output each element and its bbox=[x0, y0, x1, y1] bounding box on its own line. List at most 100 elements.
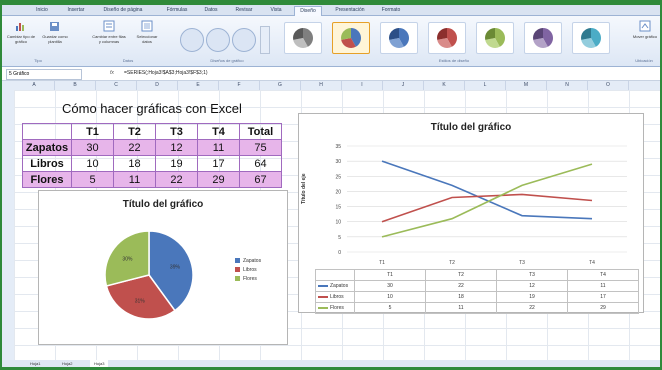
column-header[interactable]: B bbox=[55, 81, 96, 90]
chart-table-series: Flores bbox=[315, 302, 355, 314]
style-gallery[interactable] bbox=[284, 16, 624, 58]
chart-style-7[interactable] bbox=[572, 22, 610, 54]
data-cell[interactable]: 22 bbox=[155, 171, 198, 188]
data-cell[interactable]: 22 bbox=[113, 139, 156, 156]
data-cell[interactable]: 10 bbox=[71, 155, 114, 172]
column-header[interactable]: N bbox=[547, 81, 588, 90]
sheet-tab-hoja1[interactable]: Hoja1 bbox=[26, 360, 44, 367]
legend-item: Flores bbox=[235, 275, 261, 284]
tab-4[interactable]: Datos bbox=[200, 6, 222, 15]
group-layouts-label: Diseños de gráfico bbox=[210, 58, 244, 63]
column-header[interactable]: H bbox=[301, 81, 342, 90]
pie-data-label: 30% bbox=[122, 256, 133, 262]
column-header[interactable]: L bbox=[465, 81, 506, 90]
layout-option-1[interactable] bbox=[180, 28, 204, 52]
formula-input[interactable]: =SERIES(;Hoja3!$A$3;Hoja3!$F$3;1) bbox=[124, 69, 208, 78]
data-cell[interactable]: 67 bbox=[239, 171, 282, 188]
sheet-tab-hoja2[interactable]: Hoja2 bbox=[58, 360, 76, 367]
x-tick-label: T4 bbox=[589, 260, 595, 266]
layout-option-2[interactable] bbox=[206, 28, 230, 52]
chart-table-value: 29 bbox=[567, 302, 639, 314]
chart-style-3[interactable] bbox=[380, 22, 418, 54]
data-cell[interactable]: 30 bbox=[71, 139, 114, 156]
data-cell[interactable]: 11 bbox=[113, 171, 156, 188]
row-label[interactable]: Zapatos bbox=[22, 139, 72, 156]
chart-table-corner bbox=[315, 269, 355, 281]
data-cell[interactable]: 64 bbox=[239, 155, 282, 172]
series-key bbox=[318, 284, 328, 287]
column-header[interactable]: F bbox=[219, 81, 260, 90]
header-cell[interactable]: Total bbox=[239, 123, 282, 140]
x-tick-label: T1 bbox=[379, 260, 385, 266]
fx-icon[interactable]: fx bbox=[110, 69, 114, 78]
y-tick-label: 25 bbox=[335, 174, 341, 180]
select-data-button[interactable]: Seleccionar datos bbox=[132, 20, 162, 44]
data-cell[interactable]: 18 bbox=[113, 155, 156, 172]
chart-style-5[interactable] bbox=[476, 22, 514, 54]
chart-table-value: 22 bbox=[496, 302, 568, 314]
y-tick-label: 20 bbox=[335, 189, 341, 195]
column-header[interactable]: O bbox=[588, 81, 629, 90]
row-label[interactable]: Flores bbox=[22, 171, 72, 188]
tab-6[interactable]: Vista bbox=[266, 6, 286, 15]
column-header[interactable]: D bbox=[137, 81, 178, 90]
swatch-flores bbox=[235, 276, 240, 282]
tab-5[interactable]: Revisar bbox=[230, 6, 258, 15]
column-header[interactable]: E bbox=[178, 81, 219, 90]
data-cell[interactable]: 19 bbox=[155, 155, 198, 172]
column-header[interactable]: K bbox=[424, 81, 465, 90]
chart-style-2[interactable] bbox=[332, 22, 370, 54]
data-cell[interactable]: 17 bbox=[197, 155, 240, 172]
x-tick-label: T3 bbox=[519, 260, 525, 266]
row-label[interactable]: Libros bbox=[22, 155, 72, 172]
name-box[interactable]: 5 Gráfico bbox=[6, 69, 82, 80]
data-cell[interactable]: 29 bbox=[197, 171, 240, 188]
data-cell[interactable]: 12 bbox=[155, 139, 198, 156]
column-header[interactable]: J bbox=[383, 81, 424, 90]
header-cell[interactable]: T3 bbox=[155, 123, 198, 140]
formula-bar: 5 Gráfico fx =SERIES(;Hoja3!$A$3;Hoja3!$… bbox=[2, 68, 660, 81]
chart-table-category: T4 bbox=[567, 269, 639, 281]
move-chart-button[interactable]: Mover gráfico bbox=[632, 20, 658, 39]
change-chart-type-button[interactable]: Cambiar tipo de gráfico bbox=[6, 20, 36, 44]
header-cell[interactable]: T2 bbox=[113, 123, 156, 140]
swatch-libros bbox=[235, 267, 240, 273]
column-header[interactable]: M bbox=[506, 81, 547, 90]
tab-9[interactable]: Formato bbox=[378, 6, 404, 15]
pie-chart[interactable]: Título del gráfico 39% 31% 30% Zapatos Lib… bbox=[38, 190, 288, 345]
data-cell[interactable]: 5 bbox=[71, 171, 114, 188]
style-slice bbox=[581, 28, 591, 40]
tab-1[interactable]: Insertar bbox=[62, 6, 90, 15]
save-template-button[interactable]: Guardar como plantilla bbox=[38, 20, 72, 44]
switch-rows-columns-button[interactable]: Cambiar entre filas y columnas bbox=[92, 20, 126, 44]
layout-option-3[interactable] bbox=[232, 28, 256, 52]
chart-table-value: 10 bbox=[354, 291, 426, 303]
header-cell[interactable]: T1 bbox=[71, 123, 114, 140]
column-header[interactable]: G bbox=[260, 81, 301, 90]
save-template-icon bbox=[50, 22, 59, 31]
tab-2[interactable]: Diseño de página bbox=[98, 6, 148, 15]
tab-0[interactable]: Inicio bbox=[30, 6, 54, 15]
column-header[interactable]: C bbox=[96, 81, 137, 90]
column-header[interactable]: I bbox=[342, 81, 383, 90]
select-data-icon bbox=[141, 20, 153, 32]
pie-style-icon bbox=[293, 28, 313, 48]
tab-7[interactable]: Diseño bbox=[294, 6, 322, 16]
tab-8[interactable]: Presentación bbox=[328, 6, 372, 15]
sheet-tab-hoja3[interactable]: Hoja3 bbox=[90, 360, 109, 367]
column-header[interactable]: A bbox=[14, 81, 55, 90]
data-cell[interactable]: 75 bbox=[239, 139, 282, 156]
header-cell[interactable]: T4 bbox=[197, 123, 240, 140]
layout-gallery[interactable] bbox=[180, 22, 274, 54]
chart-type-icon bbox=[16, 23, 24, 31]
chart-style-1[interactable] bbox=[284, 22, 322, 54]
style-slice bbox=[485, 28, 495, 40]
chart-style-6[interactable] bbox=[524, 22, 562, 54]
tab-3[interactable]: Fórmulas bbox=[162, 6, 192, 15]
layout-gallery-scroll[interactable] bbox=[260, 26, 270, 54]
y-tick-label: 0 bbox=[338, 250, 341, 256]
chart-style-4[interactable] bbox=[428, 22, 466, 54]
group-type-label: Tipo bbox=[34, 58, 42, 63]
data-cell[interactable]: 11 bbox=[197, 139, 240, 156]
header-cell[interactable] bbox=[22, 123, 72, 140]
